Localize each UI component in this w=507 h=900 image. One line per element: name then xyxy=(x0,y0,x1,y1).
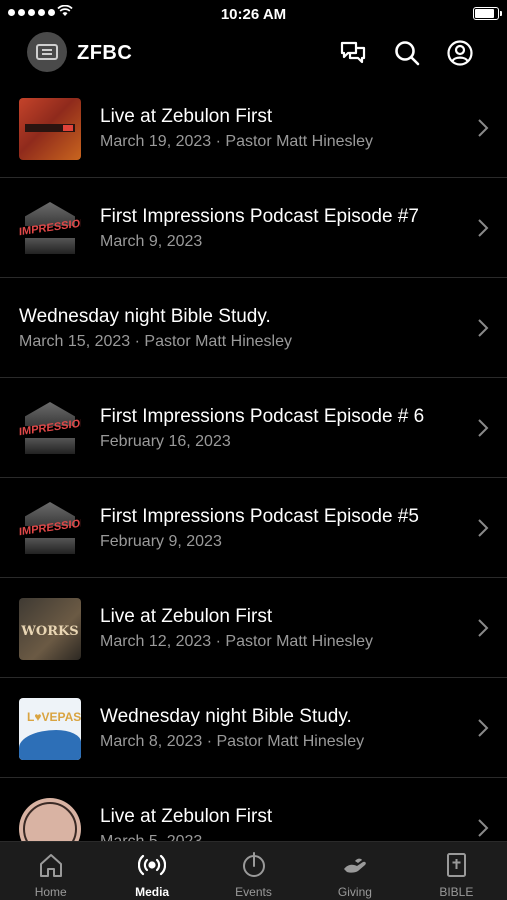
search-icon[interactable] xyxy=(393,39,421,67)
church-logo-avatar[interactable] xyxy=(27,32,67,72)
tab-bible[interactable]: BIBLE xyxy=(406,842,507,900)
item-meta: February 9, 2023 xyxy=(100,533,222,550)
home-icon xyxy=(39,854,62,877)
list-item[interactable]: WORKS Live at Zebulon First March 12, 20… xyxy=(0,578,507,678)
tab-label: Giving xyxy=(337,885,372,899)
chevron-right-icon xyxy=(478,119,489,137)
tab-giving[interactable]: Giving xyxy=(304,842,405,900)
item-meta: March 9, 2023 xyxy=(100,233,203,250)
account-icon[interactable] xyxy=(446,39,474,67)
item-meta: March 8, 2023 · Pastor Matt Hinesley xyxy=(100,733,365,750)
list-item[interactable]: IMPRESSIONS First Impressions Podcast Ep… xyxy=(0,378,507,478)
status-time: 10:26 AM xyxy=(220,6,287,23)
list-item[interactable]: Live at Zebulon First March 19, 2023 · P… xyxy=(0,78,507,178)
chevron-right-icon xyxy=(478,719,489,737)
item-meta: March 5, 2023 xyxy=(100,833,457,841)
chevron-right-icon xyxy=(478,319,489,337)
list-item[interactable]: Wednesday night Bible Study. March 15, 2… xyxy=(0,278,507,378)
chevron-right-icon xyxy=(478,819,489,837)
item-meta: February 16, 2023 xyxy=(100,433,231,450)
tab-media[interactable]: Media xyxy=(101,842,202,900)
chevron-right-icon xyxy=(478,619,489,637)
item-title: First Impressions Podcast Episode #7 xyxy=(100,206,419,227)
bottom-tab-bar: Home Media Events Giving BIBLE xyxy=(0,841,507,900)
status-bar: 10:26 AM xyxy=(0,0,507,28)
faith-that-works-thumbnail xyxy=(19,798,81,841)
logo-mark xyxy=(36,44,58,60)
tab-home[interactable]: Home xyxy=(0,842,101,900)
tab-events[interactable]: Events xyxy=(203,842,304,900)
list-item[interactable]: Live at Zebulon First March 5, 2023 xyxy=(0,778,507,841)
item-meta: March 12, 2023 · Pastor Matt Hinesley xyxy=(100,633,374,650)
tab-label: BIBLE xyxy=(439,885,474,899)
app-title: ZFBC xyxy=(77,42,133,64)
item-title: Live at Zebulon First xyxy=(100,806,273,827)
tab-label: Home xyxy=(34,885,67,899)
bible-icon xyxy=(447,853,467,877)
chevron-right-icon xyxy=(478,219,489,237)
battery-icon xyxy=(473,7,502,20)
love-wave-thumbnail: L♥VEPASJ xyxy=(19,698,81,760)
clock-icon xyxy=(242,852,265,877)
list-item[interactable]: IMPRESSIONS First Impressions Podcast Ep… xyxy=(0,478,507,578)
first-impressions-thumbnail: IMPRESSIONS xyxy=(19,498,81,560)
item-title: Live at Zebulon First xyxy=(100,606,273,627)
item-title: Live at Zebulon First xyxy=(100,106,273,127)
giving-hand-icon xyxy=(343,858,366,873)
item-title: First Impressions Podcast Episode # 6 xyxy=(100,406,425,427)
item-meta: March 19, 2023 · Pastor Matt Hinesley xyxy=(100,133,374,150)
first-impressions-thumbnail: IMPRESSIONS xyxy=(19,198,81,260)
list-item[interactable]: L♥VEPASJ Wednesday night Bible Study. Ma… xyxy=(0,678,507,778)
item-title: First Impressions Podcast Episode #5 xyxy=(100,506,419,527)
chevron-right-icon xyxy=(478,519,489,537)
list-item[interactable]: IMPRESSIONS First Impressions Podcast Ep… xyxy=(0,178,507,278)
media-list: Live at Zebulon First March 19, 2023 · P… xyxy=(0,78,507,841)
app-header: ZFBC xyxy=(0,28,507,78)
tab-label: Media xyxy=(135,885,170,899)
faith-works-thumbnail: WORKS xyxy=(19,598,81,660)
tab-label: Events xyxy=(235,885,272,899)
first-impressions-thumbnail: IMPRESSIONS xyxy=(19,398,81,460)
chat-icon[interactable] xyxy=(339,39,367,67)
item-meta: March 15, 2023 · Pastor Matt Hinesley xyxy=(19,333,293,350)
broadcast-icon xyxy=(138,854,167,876)
item-title: Wednesday night Bible Study. xyxy=(19,306,271,327)
item-title: Wednesday night Bible Study. xyxy=(100,706,352,727)
chevron-right-icon xyxy=(478,419,489,437)
live-stream-thumbnail xyxy=(19,98,81,160)
